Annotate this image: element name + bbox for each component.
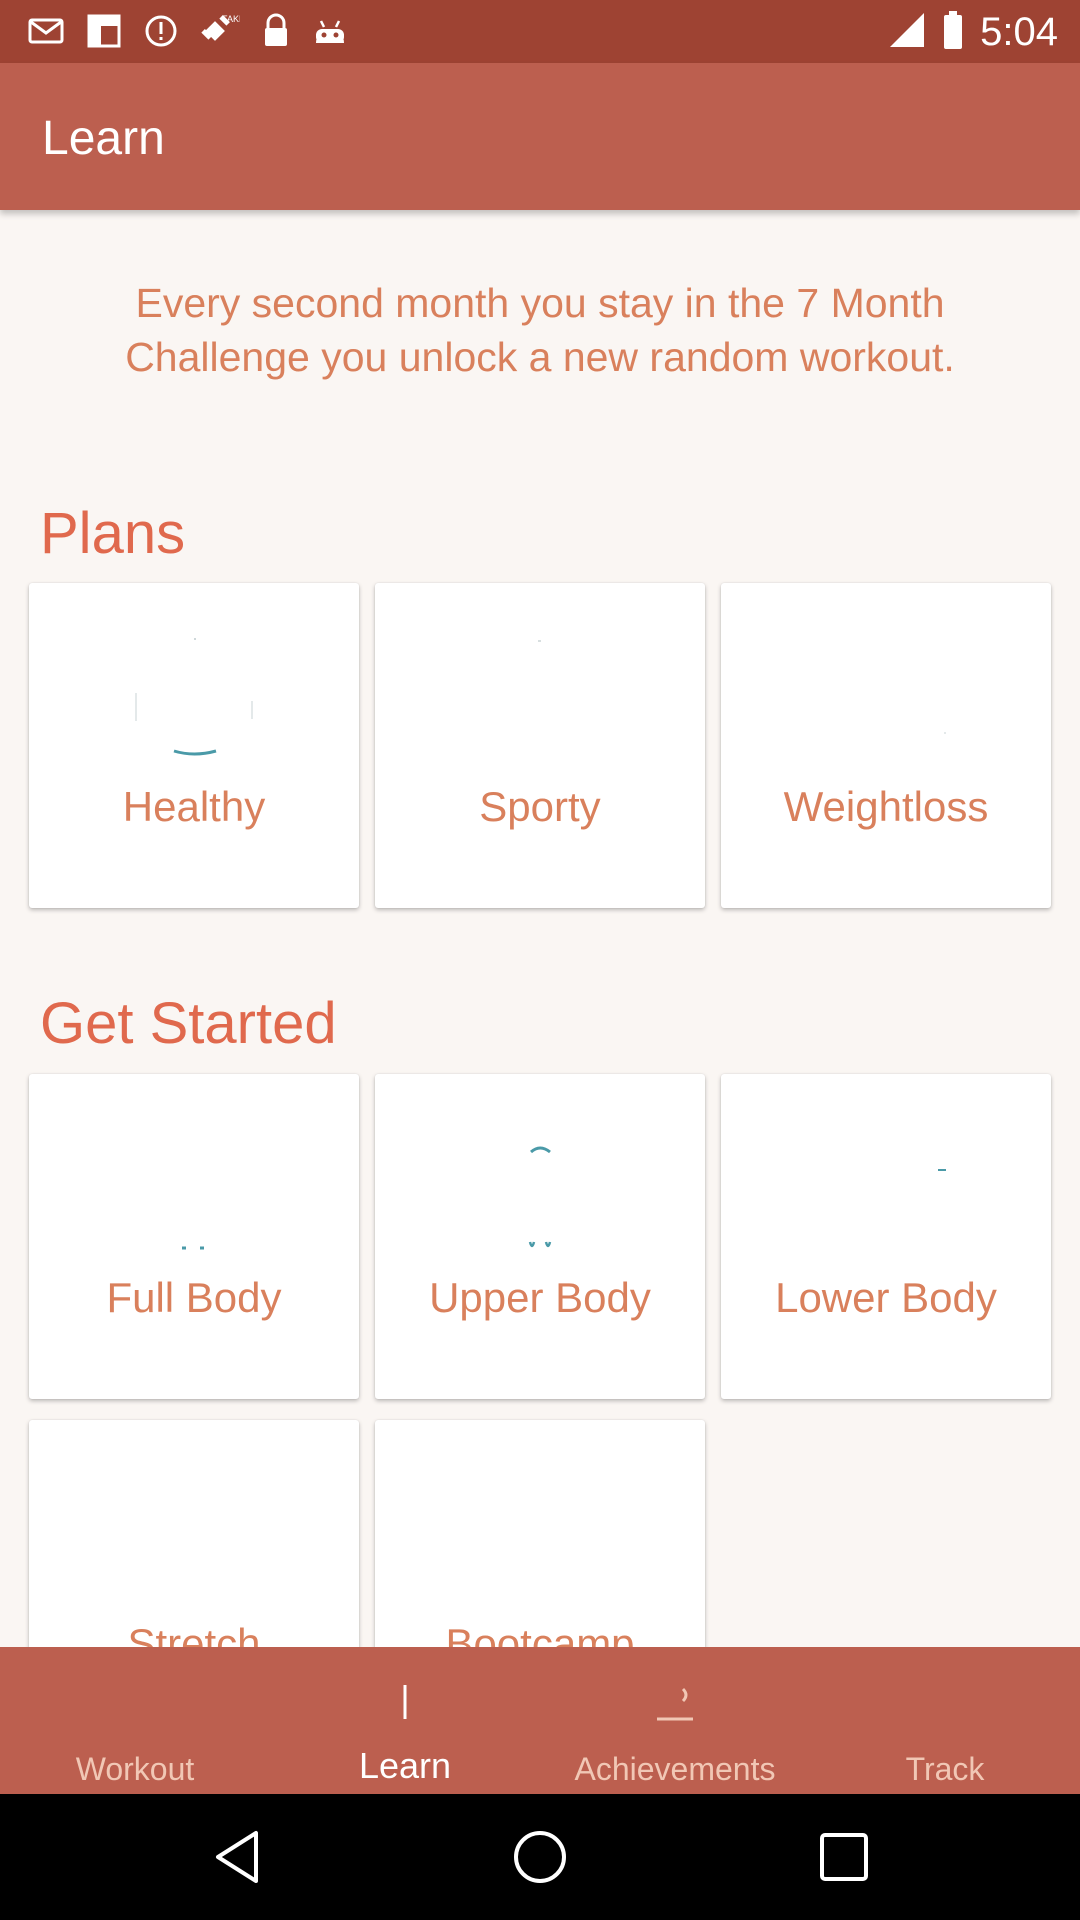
svg-text:FAKE: FAKE — [222, 14, 240, 24]
flipboard-icon — [86, 13, 122, 49]
system-navigation-bar — [0, 1794, 1080, 1920]
lock-icon — [262, 13, 290, 49]
stretch-icon — [134, 1450, 254, 1600]
card-label: Stretch — [127, 1620, 261, 1647]
card-label: Upper Body — [429, 1274, 651, 1321]
nav-label: Learn — [358, 1745, 452, 1786]
learn-icon — [403, 1685, 407, 1719]
alert-icon — [144, 14, 178, 48]
android-icon — [312, 15, 348, 47]
plans-section-title: Plans — [40, 501, 186, 566]
upper-body-icon — [528, 1146, 552, 1248]
card-label: Bootcamp — [445, 1620, 635, 1647]
content-scroll-area[interactable]: Every second month you stay in the 7 Mon… — [0, 210, 1080, 1647]
nav-item-workout[interactable]: Workout — [0, 1647, 270, 1794]
app-bar: Learn — [0, 63, 1080, 210]
status-time: 5:04 — [980, 10, 1058, 54]
page-title: Learn — [42, 112, 165, 165]
screen: FAKE 5:04 Learn Every second month you s… — [0, 0, 1080, 1920]
track-icon — [915, 1677, 975, 1737]
workout-card-stretch[interactable]: Stretch — [29, 1420, 359, 1647]
status-icons-left: FAKE — [28, 12, 348, 50]
signal-icon — [888, 11, 926, 54]
recents-icon[interactable] — [814, 1827, 874, 1887]
weightloss-icon — [944, 732, 946, 734]
bottom-navigation: Workout Learn Achievements Track — [0, 1647, 1080, 1794]
nav-label: Workout — [75, 1751, 195, 1787]
workout-card-bootcamp[interactable]: Bootcamp — [375, 1420, 705, 1647]
full-body-icon — [182, 1246, 204, 1250]
fake-gps-icon: FAKE — [200, 12, 240, 50]
nav-label: Track — [905, 1751, 985, 1787]
plan-card-weightloss[interactable]: Weightloss — [721, 583, 1051, 908]
lower-body-icon — [938, 1169, 946, 1171]
nav-item-track[interactable]: Track — [810, 1647, 1080, 1794]
intro-text: Every second month you stay in the 7 Mon… — [125, 280, 955, 380]
card-label: Full Body — [106, 1274, 282, 1321]
card-label: Healthy — [122, 783, 266, 830]
mail-icon — [28, 17, 64, 45]
achievements-icon — [657, 1687, 693, 1721]
plan-card-healthy[interactable]: Healthy — [29, 583, 359, 908]
workout-card-upper-body[interactable]: Upper Body — [375, 1074, 705, 1399]
sporty-icon — [538, 640, 541, 642]
healthy-icon — [135, 638, 253, 756]
workout-card-lower-body[interactable]: Lower Body — [721, 1074, 1051, 1399]
card-label: Sporty — [479, 783, 601, 830]
workout-card-full-body[interactable]: Full Body — [29, 1074, 359, 1399]
back-icon[interactable] — [210, 1827, 270, 1887]
bootcamp-icon — [480, 1450, 600, 1600]
battery-icon — [942, 10, 964, 55]
home-icon[interactable] — [510, 1827, 570, 1887]
workout-icon — [105, 1677, 165, 1737]
nav-label: Achievements — [574, 1751, 776, 1787]
card-label: Lower Body — [775, 1274, 997, 1321]
get-started-section-title: Get Started — [40, 991, 337, 1056]
nav-item-achievements[interactable]: Achievements — [540, 1647, 810, 1794]
status-bar: FAKE 5:04 — [0, 0, 1080, 63]
nav-item-learn[interactable]: Learn — [270, 1647, 540, 1794]
status-icons-right: 5:04 — [888, 10, 1058, 55]
card-label: Weightloss — [783, 783, 989, 830]
plan-card-sporty[interactable]: Sporty — [375, 583, 705, 908]
